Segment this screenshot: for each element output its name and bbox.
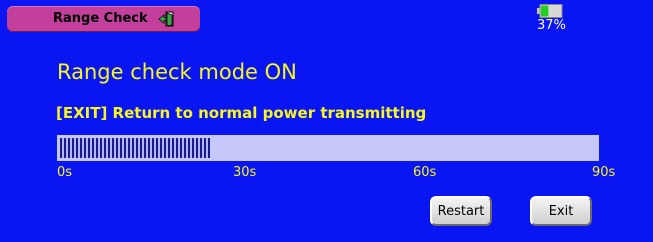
range-check-progress-bar — [57, 135, 599, 161]
tick-label: 60s — [413, 165, 437, 180]
title-tab: Range Check — [7, 6, 200, 32]
battery-status: 37% — [527, 2, 587, 34]
exit-hint: [EXIT] Return to normal power transmitti… — [56, 104, 427, 122]
exit-door-icon[interactable] — [157, 10, 175, 28]
exit-button[interactable]: Exit — [530, 196, 592, 226]
tick-label: 0s — [57, 165, 73, 180]
restart-button[interactable]: Restart — [430, 196, 492, 226]
mode-title: Range check mode ON — [57, 60, 297, 84]
tick-label: 90s — [592, 165, 616, 180]
tick-label: 30s — [233, 165, 257, 180]
battery-icon — [537, 4, 563, 18]
battery-percent: 37% — [537, 18, 566, 33]
progress-fill — [60, 138, 210, 158]
range-check-screen: Range Check 37% Range check mode ON [EXI… — [0, 0, 653, 242]
screen-title: Range Check — [53, 11, 148, 26]
